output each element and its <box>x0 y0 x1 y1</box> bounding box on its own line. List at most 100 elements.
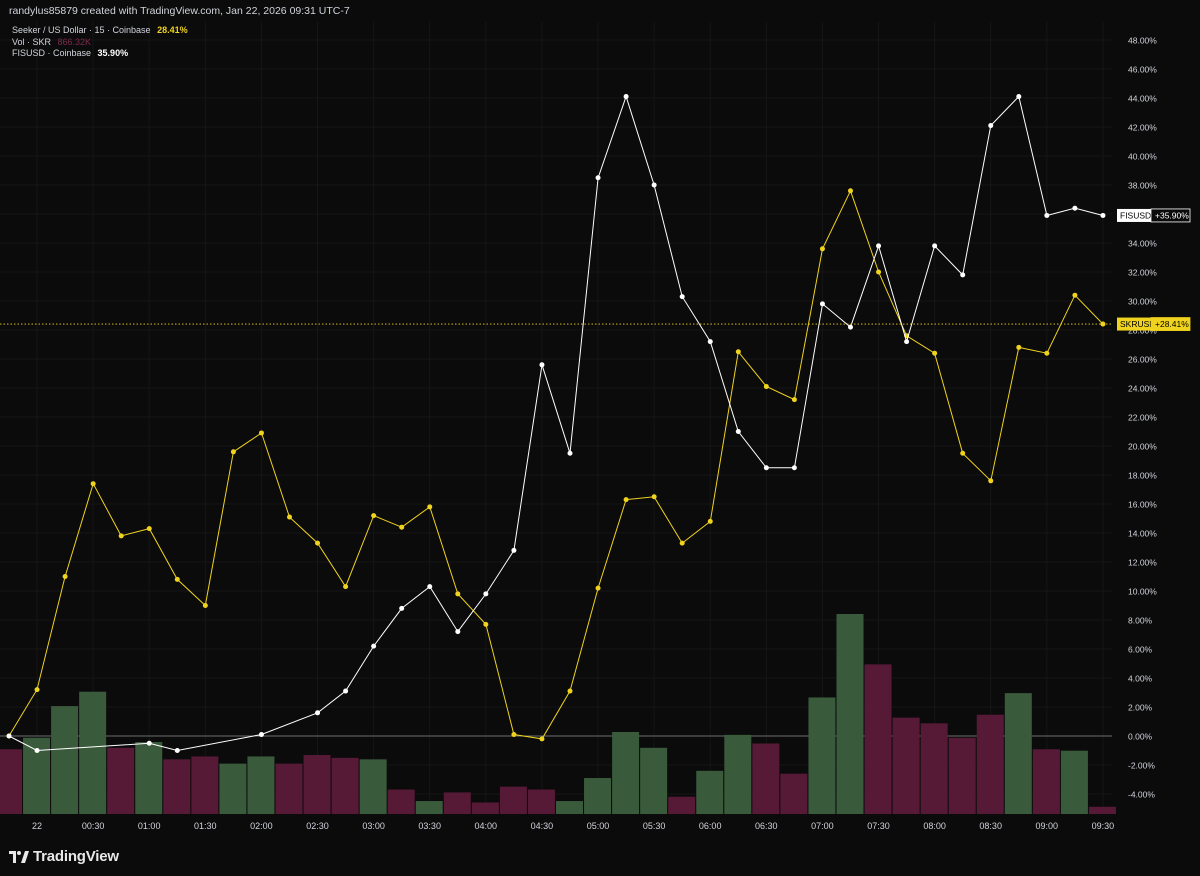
data-point-fisusd[interactable] <box>1044 212 1050 218</box>
data-point-skrusd[interactable] <box>371 513 377 519</box>
data-point-fisusd[interactable] <box>427 584 433 590</box>
volume-bar[interactable] <box>443 792 471 814</box>
data-point-skrusd[interactable] <box>651 494 657 500</box>
data-point-skrusd[interactable] <box>146 526 152 532</box>
data-point-fisusd[interactable] <box>1072 205 1078 211</box>
data-point-fisusd[interactable] <box>6 733 12 739</box>
tradingview-logo[interactable]: TradingView <box>9 848 119 865</box>
volume-bar[interactable] <box>499 786 527 814</box>
data-point-fisusd[interactable] <box>791 465 797 471</box>
data-point-fisusd[interactable] <box>988 123 994 129</box>
volume-bar[interactable] <box>247 756 275 814</box>
volume-bar[interactable] <box>584 778 612 814</box>
data-point-skrusd[interactable] <box>427 504 433 510</box>
volume-bar[interactable] <box>780 773 808 814</box>
data-point-fisusd[interactable] <box>567 450 573 456</box>
data-point-skrusd[interactable] <box>791 397 797 403</box>
data-point-skrusd[interactable] <box>876 269 882 275</box>
data-point-skrusd[interactable] <box>539 736 545 742</box>
data-point-fisusd[interactable] <box>343 688 349 694</box>
legend-main-series[interactable]: Seeker / US Dollar · 15 · Coinbase 28.41… <box>12 25 188 37</box>
data-point-skrusd[interactable] <box>315 540 321 546</box>
data-point-fisusd[interactable] <box>371 643 377 649</box>
data-point-fisusd[interactable] <box>174 748 180 753</box>
data-point-fisusd[interactable] <box>848 324 853 330</box>
data-point-fisusd[interactable] <box>651 182 657 188</box>
volume-bar[interactable] <box>640 747 668 814</box>
data-point-fisusd[interactable] <box>511 547 517 553</box>
volume-bar[interactable] <box>471 802 499 814</box>
volume-bar[interactable] <box>303 755 331 814</box>
data-point-skrusd[interactable] <box>567 688 573 694</box>
volume-bar[interactable] <box>331 757 359 814</box>
volume-bar[interactable] <box>359 759 387 814</box>
data-point-skrusd[interactable] <box>202 603 208 608</box>
legend-volume[interactable]: Vol · SKR 866.32K <box>12 37 188 49</box>
price-chart[interactable]: 48.00%46.00%44.00%42.00%40.00%38.00%36.0… <box>0 22 1200 834</box>
data-point-skrusd[interactable] <box>960 450 966 456</box>
volume-bar[interactable] <box>920 723 948 814</box>
volume-bar[interactable] <box>0 749 22 814</box>
volume-bar[interactable] <box>724 734 752 814</box>
volume-bar[interactable] <box>808 697 836 814</box>
data-point-fisusd[interactable] <box>623 94 629 100</box>
data-point-skrusd[interactable] <box>932 350 938 356</box>
data-point-fisusd[interactable] <box>960 272 966 278</box>
data-point-skrusd[interactable] <box>735 349 741 355</box>
volume-bar[interactable] <box>1004 693 1032 814</box>
data-point-skrusd[interactable] <box>1044 350 1050 356</box>
volume-bar[interactable] <box>1088 806 1116 814</box>
volume-bar[interactable] <box>107 747 135 814</box>
data-point-skrusd[interactable] <box>343 584 349 590</box>
data-point-fisusd[interactable] <box>876 243 882 249</box>
data-point-fisusd[interactable] <box>1016 94 1022 100</box>
volume-bar[interactable] <box>1060 750 1088 814</box>
data-point-skrusd[interactable] <box>174 576 180 582</box>
volume-bar[interactable] <box>387 789 415 814</box>
data-point-skrusd[interactable] <box>848 188 853 194</box>
data-point-skrusd[interactable] <box>483 621 489 627</box>
volume-bar[interactable] <box>556 801 583 814</box>
data-point-skrusd[interactable] <box>679 540 685 546</box>
volume-bar[interactable] <box>836 614 864 814</box>
data-point-fisusd[interactable] <box>483 591 489 597</box>
data-point-fisusd[interactable] <box>1100 212 1106 218</box>
volume-bar[interactable] <box>1032 749 1060 814</box>
data-point-fisusd[interactable] <box>819 301 825 307</box>
volume-bar[interactable] <box>948 737 976 814</box>
data-point-skrusd[interactable] <box>62 574 68 579</box>
data-point-fisusd[interactable] <box>455 629 461 635</box>
volume-bar[interactable] <box>219 763 247 814</box>
data-point-fisusd[interactable] <box>904 339 910 345</box>
data-point-skrusd[interactable] <box>258 430 264 436</box>
legend-compare-series[interactable]: FISUSD · Coinbase 35.90% <box>12 48 188 60</box>
data-point-fisusd[interactable] <box>707 339 713 345</box>
data-point-fisusd[interactable] <box>315 710 321 716</box>
data-point-skrusd[interactable] <box>1072 292 1078 298</box>
volume-bar[interactable] <box>668 796 696 814</box>
data-point-fisusd[interactable] <box>679 294 685 300</box>
data-point-skrusd[interactable] <box>511 732 517 738</box>
data-point-skrusd[interactable] <box>1016 344 1022 350</box>
volume-bar[interactable] <box>163 759 191 814</box>
volume-bar[interactable] <box>275 763 303 814</box>
data-point-fisusd[interactable] <box>932 243 938 249</box>
series-last-label-fisusd[interactable]: FISUSD +35.90% <box>1117 208 1191 223</box>
volume-bar[interactable] <box>51 706 79 814</box>
data-point-skrusd[interactable] <box>230 449 236 455</box>
data-point-skrusd[interactable] <box>455 591 461 597</box>
data-point-fisusd[interactable] <box>146 740 152 746</box>
volume-bar[interactable] <box>752 743 780 814</box>
volume-bar[interactable] <box>864 664 892 814</box>
data-point-skrusd[interactable] <box>399 524 405 530</box>
data-point-fisusd[interactable] <box>34 748 40 753</box>
data-point-fisusd[interactable] <box>595 175 601 181</box>
series-last-label-skrusd[interactable]: SKRUSD +28.41% <box>1117 317 1191 331</box>
volume-bar[interactable] <box>79 691 107 814</box>
data-point-skrusd[interactable] <box>118 533 124 539</box>
volume-bar[interactable] <box>191 756 219 814</box>
data-point-skrusd[interactable] <box>287 514 292 520</box>
volume-bar[interactable] <box>415 801 443 814</box>
volume-bar[interactable] <box>976 714 1004 814</box>
data-point-skrusd[interactable] <box>819 246 825 252</box>
